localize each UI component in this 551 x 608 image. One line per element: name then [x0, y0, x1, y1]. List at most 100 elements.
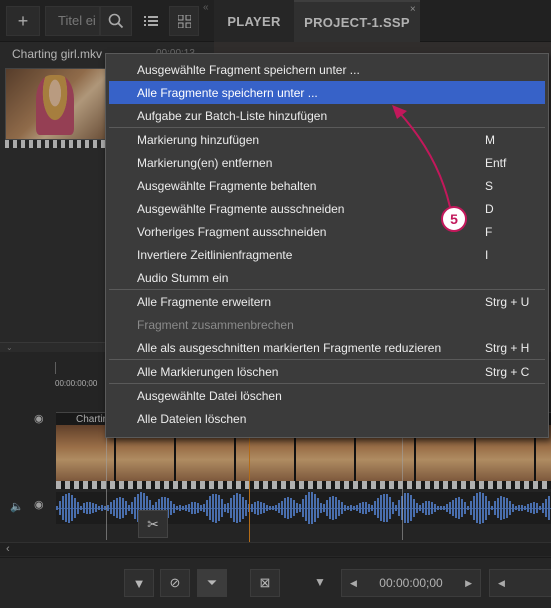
- waveform-bar: [365, 502, 367, 514]
- speaker-icon[interactable]: 🔈: [10, 500, 24, 513]
- marker-down-icon[interactable]: ▼: [314, 575, 326, 589]
- end-prev-arrow-icon[interactable]: ◀: [498, 578, 505, 589]
- waveform-bar: [284, 498, 286, 518]
- waveform-bar: [110, 502, 112, 514]
- waveform-bar: [326, 499, 328, 517]
- waveform-bar: [224, 503, 226, 513]
- waveform-bar: [65, 493, 67, 523]
- collapse-panel-icon[interactable]: «: [203, 2, 209, 13]
- list-view-button[interactable]: [137, 6, 165, 36]
- app-window: + Titel ei « PLAYER PROJECT-1.SSP × Char…: [0, 0, 551, 608]
- tab-close-icon[interactable]: ×: [410, 4, 416, 15]
- waveform-bar: [206, 499, 208, 517]
- waveform-bar: [422, 502, 424, 514]
- menu-item[interactable]: Ausgewählte Fragment speichern unter ...: [109, 58, 545, 81]
- waveform-bar: [302, 498, 304, 518]
- start-time-field[interactable]: ◀ 00:00:00;00 ▶: [341, 569, 481, 597]
- waveform-bar: [86, 501, 88, 515]
- waveform-bar: [371, 505, 373, 511]
- plus-icon: +: [17, 10, 29, 31]
- waveform-bar: [191, 502, 193, 514]
- menu-item[interactable]: Alle Dateien löschen: [109, 407, 545, 430]
- menu-item[interactable]: Ausgewählte Fragmente behalten S: [109, 174, 545, 197]
- menu-item[interactable]: Alle als ausgeschnitten markierten Fragm…: [109, 336, 545, 359]
- waveform-bar: [317, 498, 319, 518]
- menu-item-label: Alle als ausgeschnitten markierten Fragm…: [137, 340, 442, 355]
- waveform-bar: [518, 505, 520, 511]
- waveform-bar: [368, 504, 370, 513]
- waveform-bar: [533, 502, 535, 514]
- add-media-button[interactable]: +: [6, 6, 40, 36]
- waveform-bar: [395, 504, 397, 512]
- waveform-bar: [386, 494, 388, 522]
- menu-item[interactable]: Markierung hinzufügen M: [109, 128, 545, 151]
- tab-player[interactable]: PLAYER: [214, 0, 294, 42]
- timeline-scrollbar[interactable]: ‹: [0, 542, 551, 556]
- menu-item[interactable]: Vorheriges Fragment ausschneiden F: [109, 220, 545, 243]
- waveform-bar: [173, 503, 175, 513]
- waveform-bar: [257, 501, 259, 515]
- menu-item[interactable]: Alle Markierungen löschen Strg + C: [109, 360, 545, 383]
- search-button[interactable]: [100, 6, 132, 36]
- filter-selected-button[interactable]: ⏷: [197, 569, 227, 597]
- waveform-bar: [470, 500, 472, 516]
- tab-project[interactable]: PROJECT-1.SSP ×: [294, 0, 420, 42]
- waveform-bar: [434, 504, 436, 512]
- waveform-bar: [398, 499, 400, 517]
- waveform-bar: [542, 502, 544, 514]
- waveform-bar: [347, 505, 349, 511]
- waveform-bar: [539, 505, 541, 511]
- waveform-bar: [380, 494, 382, 522]
- grid-view-button[interactable]: [169, 6, 199, 36]
- waveform-bar: [296, 503, 298, 513]
- search-icon: [108, 13, 124, 29]
- waveform-bar: [89, 501, 91, 515]
- waveform-bar: [185, 505, 187, 511]
- filter-off-button[interactable]: ⊘: [160, 569, 190, 597]
- search-input[interactable]: Titel ei: [45, 6, 100, 36]
- waveform-bar: [269, 505, 271, 511]
- scroll-left-icon[interactable]: ‹: [6, 543, 10, 555]
- audio-track[interactable]: [56, 492, 551, 524]
- waveform-bar: [170, 500, 172, 516]
- waveform-bar: [512, 503, 514, 513]
- menu-item[interactable]: Alle Fragmente speichern unter ...: [109, 81, 545, 104]
- waveform-bar: [413, 498, 415, 518]
- end-time-field[interactable]: ◀: [489, 569, 551, 597]
- media-thumbnail[interactable]: [5, 68, 115, 140]
- waveform-bar: [77, 502, 79, 514]
- menu-item[interactable]: Invertiere Zeitlinienfragmente I: [109, 243, 545, 266]
- video-visibility-eye-icon[interactable]: ◉: [34, 414, 48, 425]
- waveform-bar: [92, 502, 94, 514]
- filter-selected-icon: ⏷: [206, 575, 218, 590]
- next-arrow-icon[interactable]: ▶: [465, 578, 472, 589]
- filter-button[interactable]: ▼: [124, 569, 154, 597]
- audio-visibility-eye-icon[interactable]: ◉: [34, 500, 48, 511]
- waveform-bar: [419, 505, 421, 511]
- menu-item[interactable]: Ausgewählte Datei löschen: [109, 384, 545, 407]
- menu-item[interactable]: Alle Fragmente erweitern Strg + U: [109, 290, 545, 313]
- prev-arrow-icon[interactable]: ◀: [350, 578, 357, 589]
- waveform-bar: [281, 500, 283, 516]
- annotation-arrow: [392, 105, 451, 208]
- waveform-bar: [476, 493, 478, 523]
- split-button[interactable]: ✂: [138, 510, 168, 538]
- waveform-bar: [485, 496, 487, 520]
- menu-item[interactable]: Ausgewählte Fragmente ausschneiden D: [109, 197, 545, 220]
- snap-icon: ⊠: [259, 575, 271, 590]
- waveform-bar: [239, 493, 241, 523]
- annotation-callout: 5: [441, 206, 467, 232]
- menu-item[interactable]: Audio Stumm ein: [109, 266, 545, 289]
- waveform-bar: [251, 504, 253, 512]
- waveform-bar: [194, 501, 196, 515]
- video-film-strip: [56, 481, 551, 489]
- waveform-bar: [359, 503, 361, 513]
- waveform-bar: [515, 505, 517, 511]
- menu-item[interactable]: Aufgabe zur Batch-Liste hinzufügen: [109, 104, 545, 127]
- waveform-bar: [68, 493, 70, 523]
- snap-button[interactable]: ⊠: [250, 569, 280, 597]
- menu-item-label: Alle Markierungen löschen: [137, 364, 279, 379]
- menu-item-shortcut: Strg + C: [485, 364, 530, 379]
- waveform-bar: [314, 494, 316, 522]
- menu-item[interactable]: Markierung(en) entfernen Entf: [109, 151, 545, 174]
